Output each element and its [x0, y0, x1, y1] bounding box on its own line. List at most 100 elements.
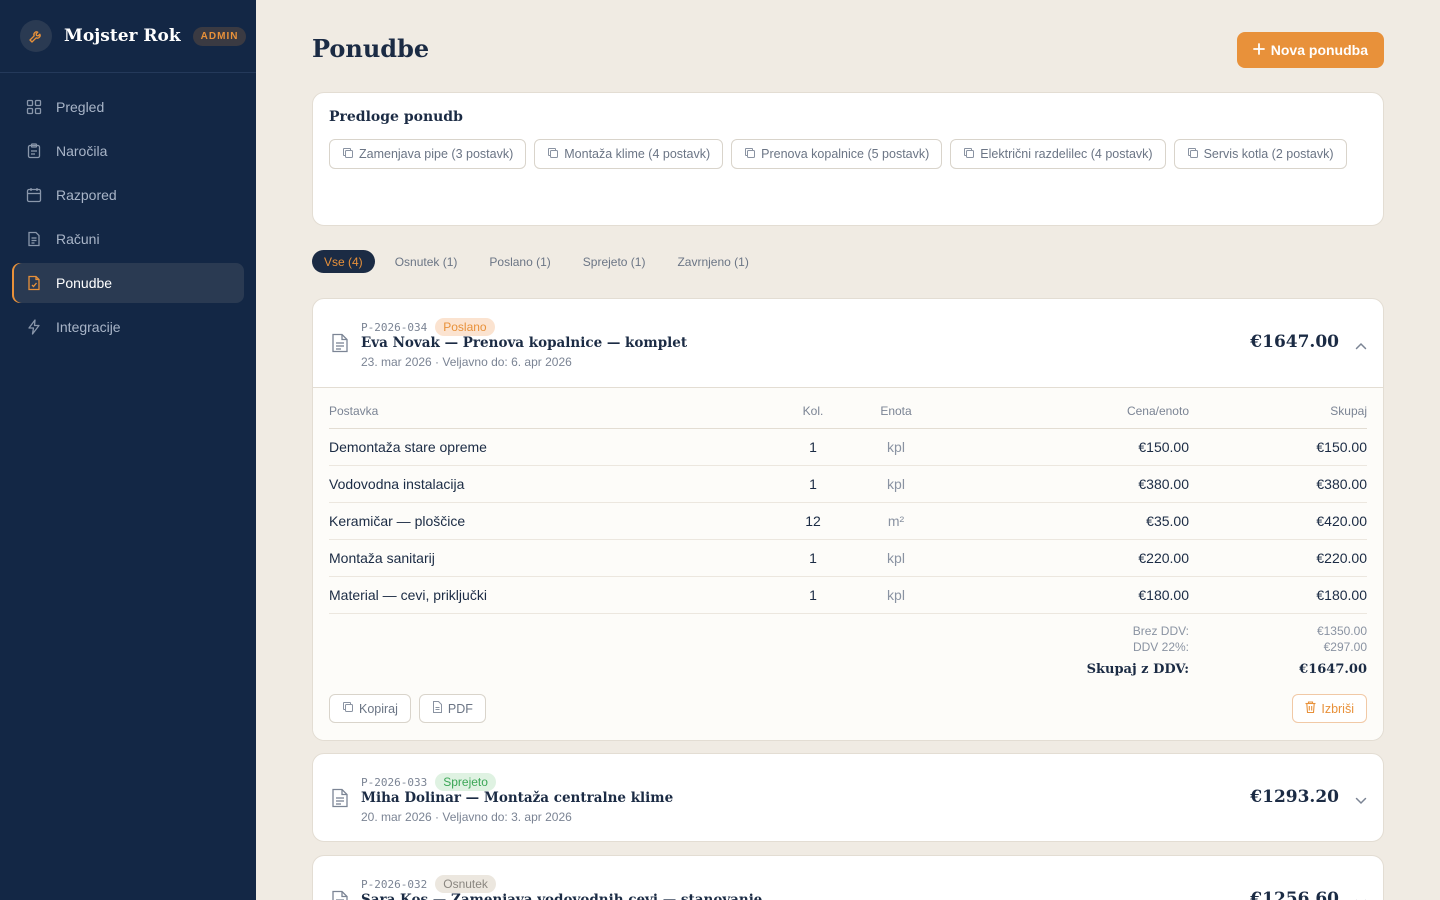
sidebar-item-label: Integracije	[56, 319, 121, 335]
filter-draft[interactable]: Osnutek (1)	[383, 250, 470, 273]
quote-dates: 20. mar 2026 · Veljavno do: 3. apr 2026	[361, 810, 572, 824]
filter-all[interactable]: Vse (4)	[312, 250, 375, 273]
quote-title: Eva Novak — Prenova kopalnice — komplet	[361, 335, 688, 351]
brand[interactable]: Mojster Rok ADMIN	[0, 0, 256, 73]
document-icon	[331, 890, 349, 900]
grid-icon	[26, 99, 42, 115]
copy-icon	[547, 147, 559, 162]
quote-details: Postavka Kol. Enota Cena/enoto Skupaj De…	[313, 387, 1383, 740]
quote-dates: 23. mar 2026 · Veljavno do: 6. apr 2026	[361, 355, 572, 369]
sidebar-item-label: Ponudbe	[56, 275, 113, 291]
pdf-label: PDF	[447, 701, 473, 716]
cell-total: €220.00	[1189, 539, 1367, 577]
template-label: Servis kotla (2 postavk)	[1203, 147, 1334, 161]
cell-total: €180.00	[1189, 576, 1367, 614]
new-quote-button[interactable]: Nova ponudba	[1236, 32, 1384, 68]
sidebar-item-narocila[interactable]: Naročila	[12, 131, 244, 171]
quote-number: P-2026-032	[361, 877, 428, 891]
pdf-button[interactable]: PDF	[418, 694, 486, 723]
copy-icon	[744, 147, 756, 162]
status-filter-tabs: Vse (4) Osnutek (1) Poslano (1) Sprejeto…	[312, 250, 761, 273]
cell-total: €150.00	[1189, 428, 1367, 466]
quote-card: P-2026-033 Sprejeto Miha Dolinar — Montaž…	[312, 753, 1384, 842]
admin-badge: ADMIN	[192, 26, 247, 46]
copy-icon	[342, 701, 354, 716]
table-header: Postavka Kol. Enota Cena/enoto Skupaj	[329, 388, 1367, 429]
quote-number: P-2026-033	[361, 775, 428, 789]
page-title: Ponudbe	[312, 34, 430, 63]
quote-header[interactable]: P-2026-032 Osnutek Sara Kos — Zamenjava v…	[313, 856, 1383, 900]
file-icon	[432, 701, 443, 716]
copy-icon	[1187, 147, 1199, 162]
cell-price: €220.00	[939, 539, 1189, 577]
templates-card: Predloge ponudb Zamenjava pipe (3 postav…	[312, 92, 1384, 226]
filter-sent[interactable]: Poslano (1)	[477, 250, 562, 273]
templates-title: Predloge ponudb	[329, 109, 463, 125]
col-qty: Kol.	[773, 388, 853, 429]
template-button[interactable]: Servis kotla (2 postavk)	[1173, 139, 1347, 169]
sidebar-item-pregled[interactable]: Pregled	[12, 87, 244, 127]
cell-total: €380.00	[1189, 465, 1367, 503]
cell-unit: m²	[853, 502, 939, 540]
templates-list: Zamenjava pipe (3 postavk) Montaža klime…	[329, 139, 1367, 169]
calendar-icon	[26, 187, 42, 203]
wrench-icon	[20, 20, 52, 52]
col-total: Skupaj	[1189, 388, 1367, 429]
col-item: Postavka	[329, 388, 773, 429]
template-label: Električni razdelilec (4 postavk)	[980, 147, 1153, 161]
vat-label: DDV 22%:	[1132, 640, 1189, 654]
quote-title: Miha Dolinar — Montaža centralne klime	[361, 790, 674, 806]
quote-summary: Brez DDV: €1350.00 DDV 22%: €297.00 Skupaj…	[937, 624, 1367, 678]
quote-card: P-2026-034 Poslano Eva Novak — Prenova ko…	[312, 298, 1384, 741]
receipt-icon	[26, 231, 42, 247]
cell-price: €35.00	[939, 502, 1189, 540]
chevron-up-icon[interactable]	[1355, 337, 1367, 355]
cell-item: Material — cevi, priključki	[329, 576, 773, 614]
document-icon	[331, 333, 349, 358]
sidebar-item-integracije[interactable]: Integracije	[12, 307, 244, 347]
quote-total: €1256.60	[1250, 889, 1339, 900]
cell-unit: kpl	[853, 576, 939, 614]
template-button[interactable]: Montaža klime (4 postavk)	[534, 139, 724, 169]
cell-qty: 1	[773, 428, 853, 466]
chevron-down-icon[interactable]	[1355, 894, 1367, 900]
cell-item: Vodovodna instalacija	[329, 465, 773, 503]
delete-button[interactable]: Izbriši	[1292, 694, 1367, 723]
new-quote-label: Nova ponudba	[1270, 42, 1368, 58]
template-label: Prenova kopalnice (5 postavk)	[761, 147, 930, 161]
delete-label: Izbriši	[1321, 701, 1354, 716]
template-button[interactable]: Zamenjava pipe (3 postavk)	[329, 139, 527, 169]
chevron-down-icon[interactable]	[1355, 792, 1367, 810]
trash-icon	[1305, 701, 1316, 716]
col-price: Cena/enoto	[939, 388, 1189, 429]
cell-price: €150.00	[939, 428, 1189, 466]
template-button[interactable]: Prenova kopalnice (5 postavk)	[731, 139, 943, 169]
sidebar-item-razpored[interactable]: Razpored	[12, 175, 244, 215]
template-button[interactable]: Električni razdelilec (4 postavk)	[950, 139, 1166, 169]
cell-price: €380.00	[939, 465, 1189, 503]
quote-number: P-2026-034	[361, 320, 428, 334]
sidebar-item-label: Pregled	[56, 99, 105, 115]
copy-button[interactable]: Kopiraj	[329, 694, 411, 723]
sidebar-item-racuni[interactable]: Računi	[12, 219, 244, 259]
quote-header[interactable]: P-2026-033 Sprejeto Miha Dolinar — Montaž…	[313, 754, 1383, 842]
cell-item: Montaža sanitarij	[329, 539, 773, 577]
sidebar-item-label: Razpored	[56, 187, 117, 203]
cell-qty: 12	[773, 502, 853, 540]
template-label: Zamenjava pipe (3 postavk)	[359, 147, 514, 161]
gross-label: Skupaj z DDV:	[1086, 662, 1189, 677]
table-row: Montaža sanitarij 1 kpl €220.00 €220.00	[329, 539, 1367, 577]
quote-header[interactable]: P-2026-034 Poslano Eva Novak — Prenova ko…	[313, 299, 1383, 387]
cell-qty: 1	[773, 465, 853, 503]
filter-accepted[interactable]: Sprejeto (1)	[571, 250, 658, 273]
filter-rejected[interactable]: Zavrnjeno (1)	[665, 250, 760, 273]
cell-unit: kpl	[853, 539, 939, 577]
table-row: Vodovodna instalacija 1 kpl €380.00 €380…	[329, 465, 1367, 503]
cell-price: €180.00	[939, 576, 1189, 614]
gross-value: €1647.00	[1299, 662, 1367, 677]
sidebar-item-ponudbe[interactable]: Ponudbe	[12, 263, 244, 303]
status-badge: Poslano	[435, 318, 495, 336]
sidebar-item-label: Računi	[56, 231, 100, 247]
sidebar-nav: Pregled Naročila Razpored Računi Ponudbe…	[0, 73, 256, 347]
cell-qty: 1	[773, 539, 853, 577]
